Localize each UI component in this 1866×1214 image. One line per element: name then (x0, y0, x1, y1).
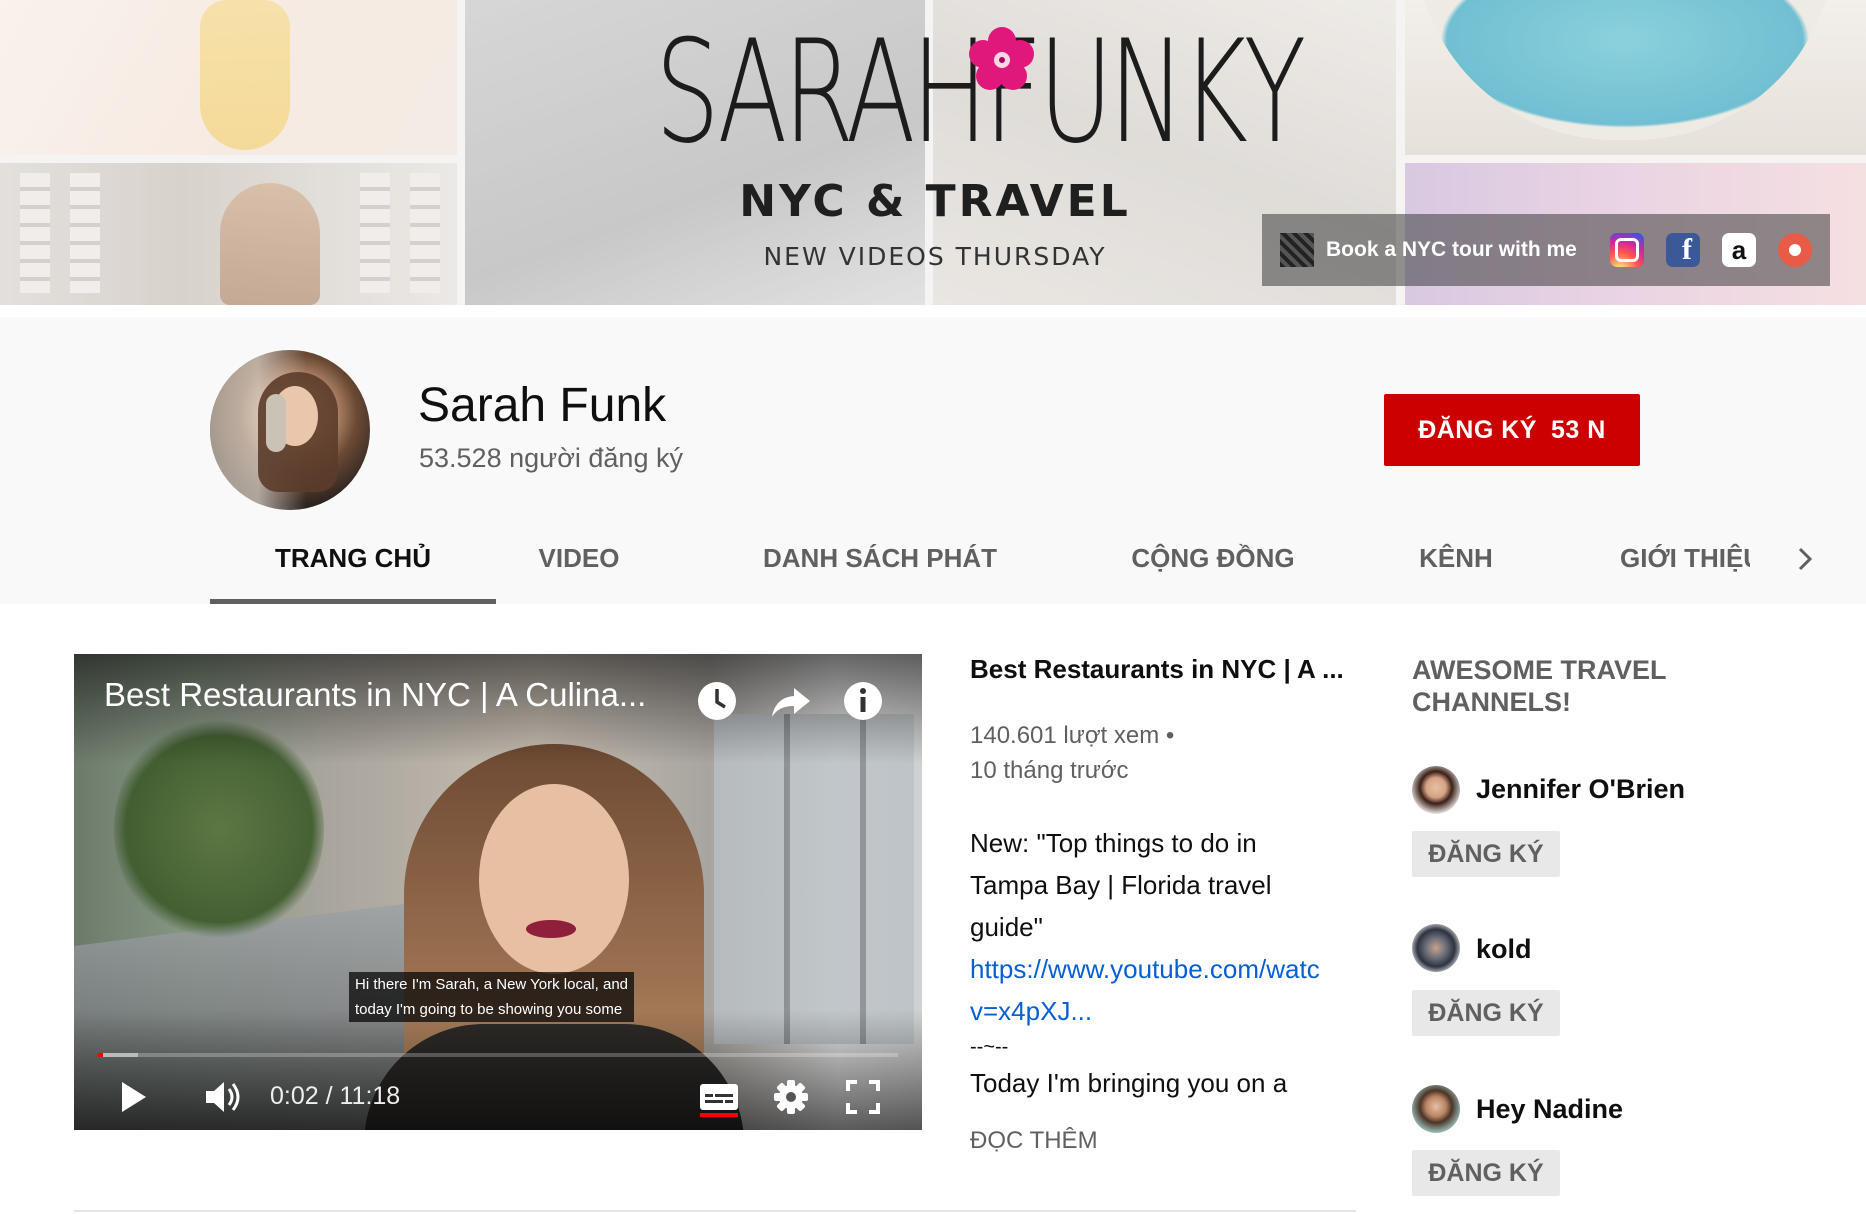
featured-channels-heading: AWESOME TRAVEL CHANNELS! (1412, 655, 1667, 717)
channel-avatar-jennifer[interactable] (1412, 766, 1460, 814)
chevron-right-icon[interactable] (1790, 544, 1820, 574)
subscribe-button-kold[interactable]: ĐĂNG KÝ (1412, 990, 1560, 1036)
featured-channel-name[interactable]: kold (1476, 934, 1532, 965)
video-views: 140.601 lượt xem • (970, 722, 1175, 749)
patreon-icon[interactable] (1778, 233, 1812, 267)
hibiscus-icon (969, 27, 1034, 90)
channel-banner: SARAHFUNKY NYC & TRAVEL NEW VIDEOS THURS… (0, 0, 1866, 305)
description-link[interactable]: https://www.youtube.com/watc (970, 948, 1360, 990)
banner-logo-subtitle: NYC & TRAVEL (739, 176, 1131, 227)
featured-channel-name[interactable]: Jennifer O'Brien (1476, 774, 1685, 805)
settings-icon[interactable] (768, 1074, 814, 1120)
channel-tabs: TRANG CHỦ VIDEO DANH SÁCH PHÁT CỘNG ĐỒNG… (210, 530, 1830, 604)
subscribe-button-hey-nadine[interactable]: ĐĂNG KÝ (1412, 1150, 1560, 1196)
description-link-continued[interactable]: v=x4pXJ... (970, 990, 1360, 1032)
channel-avatar-kold[interactable] (1412, 924, 1460, 972)
closed-captions: Hi there I'm Sarah, a New York local, an… (349, 972, 635, 1022)
channel-name: Sarah Funk (418, 379, 667, 432)
progress-bar[interactable] (98, 1053, 898, 1057)
time-readout: 0:02 / 11:18 (270, 1082, 401, 1110)
tab-home[interactable]: TRANG CHỦ (210, 530, 496, 604)
section-divider (74, 1210, 1356, 1212)
description-separator: --~-- (970, 1036, 1009, 1058)
progress-buffered (98, 1053, 138, 1057)
channel-avatar-hey-nadine[interactable] (1412, 1085, 1460, 1133)
volume-icon[interactable] (200, 1074, 246, 1120)
caption-line-2: today I'm going to be showing you some (355, 1001, 623, 1018)
fullscreen-icon[interactable] (840, 1074, 886, 1120)
progress-played (98, 1053, 103, 1057)
description-line: guide" (970, 912, 1043, 942)
amazon-icon[interactable]: a (1722, 233, 1756, 267)
tab-channels[interactable]: KÊNH (1406, 530, 1506, 604)
facebook-icon[interactable]: f (1666, 233, 1700, 267)
tour-link-icon (1280, 233, 1314, 267)
video-description: New: "Top things to do in Tampa Bay | Fl… (970, 822, 1360, 1104)
subscriber-count: 53.528 người đăng ký (419, 443, 683, 473)
tab-videos[interactable]: VIDEO (496, 530, 662, 604)
instagram-icon[interactable] (1610, 233, 1644, 267)
captions-active-indicator (700, 1113, 738, 1117)
subscribe-button[interactable]: ĐĂNG KÝ 53 N (1384, 394, 1640, 466)
tab-community[interactable]: CỘNG ĐỒNG (1118, 530, 1308, 604)
featured-channel-name[interactable]: Hey Nadine (1476, 1094, 1623, 1125)
video-title[interactable]: Best Restaurants in NYC | A ... (970, 654, 1360, 685)
caption-line-1: Hi there I'm Sarah, a New York local, an… (355, 976, 629, 993)
banner-links-bar: Book a NYC tour with me f a (1262, 214, 1830, 286)
share-icon[interactable] (770, 680, 812, 722)
watch-later-icon[interactable] (696, 680, 738, 722)
tab-playlists[interactable]: DANH SÁCH PHÁT (750, 530, 1010, 604)
player-title[interactable]: Best Restaurants in NYC | A Culina... (104, 676, 646, 714)
description-line: Today I'm bringing you on a (970, 1068, 1288, 1098)
banner-logo-tagline: NEW VIDEOS THURSDAY (763, 242, 1107, 271)
video-age: 10 tháng trước (970, 757, 1129, 784)
description-line: New: "Top things to do in (970, 828, 1257, 858)
subscribe-button-jennifer[interactable]: ĐĂNG KÝ (1412, 831, 1560, 877)
channel-avatar[interactable] (210, 350, 370, 510)
read-more-link[interactable]: ĐỌC THÊM (970, 1127, 1098, 1155)
featured-video-player[interactable]: Best Restaurants in NYC | A Culina... Hi… (74, 654, 922, 1130)
info-icon[interactable] (842, 680, 884, 722)
tab-about[interactable]: GIỚI THIỆU (1620, 530, 1750, 604)
subscribe-label: ĐĂNG KÝ (1418, 415, 1537, 444)
play-icon[interactable] (110, 1074, 156, 1120)
description-line: Tampa Bay | Florida travel (970, 870, 1272, 900)
subscribe-count: 53 N (1550, 415, 1606, 444)
book-tour-link[interactable]: Book a NYC tour with me (1326, 238, 1588, 262)
